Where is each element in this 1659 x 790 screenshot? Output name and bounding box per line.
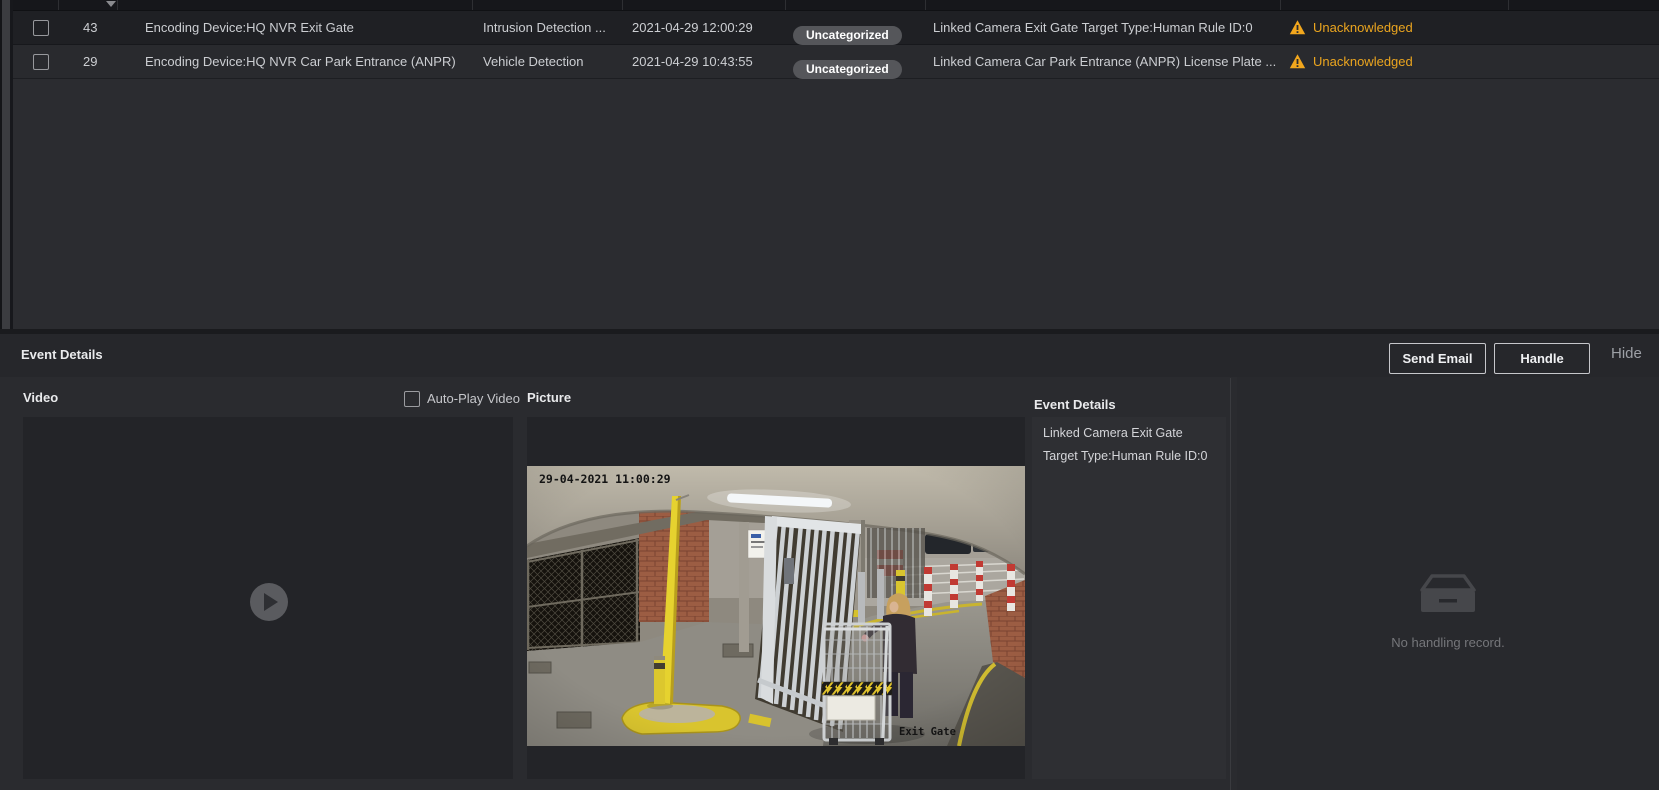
category-badge: Uncategorized <box>793 26 902 45</box>
panel-divider <box>1230 378 1231 790</box>
row-checkbox[interactable] <box>33 20 49 36</box>
status-unacknowledged: Unacknowledged <box>1313 11 1413 44</box>
event-table: 43 Encoding Device:HQ NVR Exit Gate Intr… <box>13 0 1659 329</box>
video-player-area <box>23 417 513 779</box>
picture-area: 29-04-2021 11:00:29 Exit Gate <box>527 417 1025 779</box>
event-source: Encoding Device:HQ NVR Exit Gate <box>145 11 354 44</box>
table-header-clipped[interactable] <box>13 0 1659 11</box>
column-divider <box>472 0 473 10</box>
event-description: Linked Camera Car Park Entrance (ANPR) L… <box>933 45 1276 78</box>
event-details-bar-title: Event Details <box>21 347 103 362</box>
event-details-bar: Event Details Send Email Handle Hide <box>0 334 1659 378</box>
picture-panel-title: Picture <box>527 390 571 405</box>
play-icon <box>264 593 278 611</box>
event-description: Linked Camera Exit Gate Target Type:Huma… <box>933 11 1253 44</box>
category-badge-cell: Uncategorized <box>793 52 902 71</box>
event-type: Vehicle Detection <box>483 45 583 78</box>
autoplay-label: Auto-Play Video <box>427 391 520 406</box>
details-panel-title: Event Details <box>1034 397 1116 412</box>
event-id: 43 <box>83 11 97 44</box>
event-snapshot-image[interactable]: 29-04-2021 11:00:29 Exit Gate <box>527 466 1025 746</box>
warning-triangle-icon <box>1289 53 1306 70</box>
play-button[interactable] <box>250 583 288 621</box>
send-email-button[interactable]: Send Email <box>1389 343 1486 374</box>
row-checkbox[interactable] <box>33 54 49 70</box>
table-row[interactable]: 29 Encoding Device:HQ NVR Car Park Entra… <box>13 45 1659 79</box>
snapshot-camera-name-overlay: Exit Gate <box>899 726 956 738</box>
column-divider <box>622 0 623 10</box>
category-badge: Uncategorized <box>793 60 902 79</box>
left-scroll-strip[interactable] <box>2 0 10 329</box>
no-handling-record-text: No handling record. <box>1237 635 1659 650</box>
event-type: Intrusion Detection ... <box>483 11 606 44</box>
column-divider <box>58 0 59 10</box>
handle-button[interactable]: Handle <box>1494 343 1590 374</box>
handling-records-panel: Handling records No handling record. <box>1237 377 1659 790</box>
event-id: 29 <box>83 45 97 78</box>
video-panel-title: Video <box>23 390 58 405</box>
column-divider <box>117 0 118 10</box>
status-unacknowledged: Unacknowledged <box>1313 45 1413 78</box>
detail-panels-region: Video Auto-Play Video Picture <box>0 377 1659 790</box>
autoplay-checkbox[interactable] <box>404 391 420 407</box>
snapshot-timestamp-overlay: 29-04-2021 11:00:29 <box>539 472 671 486</box>
category-badge-cell: Uncategorized <box>793 18 902 37</box>
column-divider <box>785 0 786 10</box>
column-divider <box>925 0 926 10</box>
detail-line: Linked Camera Exit Gate <box>1043 426 1183 440</box>
table-row[interactable]: 43 Encoding Device:HQ NVR Exit Gate Intr… <box>13 11 1659 45</box>
sort-descending-icon[interactable] <box>106 1 116 7</box>
event-time: 2021-04-29 12:00:29 <box>632 11 753 44</box>
warning-triangle-icon <box>1289 19 1306 36</box>
event-center-window: 43 Encoding Device:HQ NVR Exit Gate Intr… <box>0 0 1659 790</box>
empty-drawer-icon <box>1237 573 1659 620</box>
event-source: Encoding Device:HQ NVR Car Park Entrance… <box>145 45 456 78</box>
column-divider <box>1280 0 1281 10</box>
detail-line: Target Type:Human Rule ID:0 <box>1043 449 1207 463</box>
details-text-area: Linked Camera Exit Gate Target Type:Huma… <box>1032 417 1226 779</box>
hide-link[interactable]: Hide <box>1611 345 1642 362</box>
column-divider <box>1508 0 1509 10</box>
event-time: 2021-04-29 10:43:55 <box>632 45 753 78</box>
